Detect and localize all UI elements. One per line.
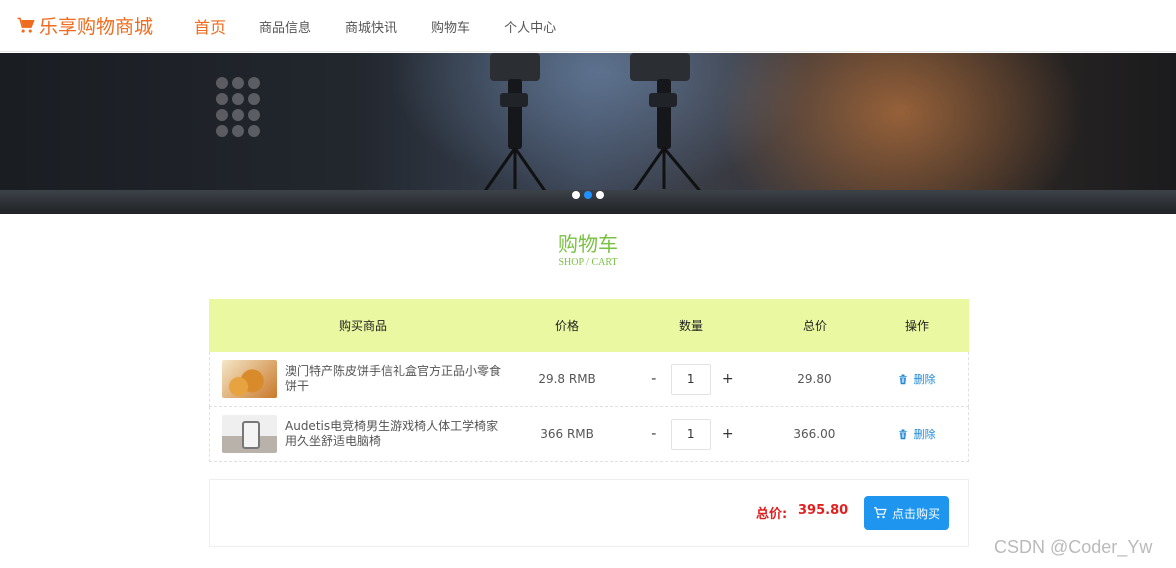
delete-label: 删除 <box>913 373 936 386</box>
unit-price: 29.8 RMB <box>538 372 596 386</box>
carousel-dot-3[interactable] <box>596 191 604 199</box>
trash-icon <box>898 429 907 440</box>
increase-button[interactable]: + <box>715 371 741 387</box>
trash-icon <box>898 374 907 385</box>
site-logo-text: 乐享购物商城 <box>39 16 154 38</box>
main-nav: 首页 商品信息 商城快讯 购物车 个人中心 <box>194 0 590 52</box>
carousel-dot-2[interactable] <box>584 191 592 199</box>
quantity-input[interactable] <box>670 363 711 395</box>
top-header: 乐享购物商城 首页 商品信息 商城快讯 购物车 个人中心 <box>0 0 1176 52</box>
delete-label: 删除 <box>913 428 936 441</box>
carousel-indicators <box>572 191 604 199</box>
cart-icon <box>17 17 35 33</box>
carousel-dot-1[interactable] <box>572 191 580 199</box>
header-total: 总价 <box>802 319 827 333</box>
unit-price: 366 RMB <box>540 427 594 441</box>
banner-light-panel <box>216 77 264 137</box>
banner-gimbal-left-image <box>483 53 547 192</box>
section-subtitle: SHOP / CART <box>558 257 618 268</box>
header-actions: 操作 <box>904 319 929 333</box>
product-name[interactable]: Audetis电竞椅男生游戏椅人体工学椅家用久坐舒适电脑椅 <box>285 419 501 449</box>
delete-button[interactable]: 删除 <box>864 371 968 387</box>
line-total: 366.00 <box>793 427 836 441</box>
nav-news[interactable]: 商城快讯 <box>345 17 397 36</box>
line-total: 29.80 <box>797 372 832 386</box>
product-thumbnail[interactable] <box>222 415 277 453</box>
product-cell: Audetis电竞椅男生游戏椅人体工学椅家用久坐舒适电脑椅 <box>210 415 517 453</box>
cart-row: Audetis电竞椅男生游戏椅人体工学椅家用久坐舒适电脑椅 366 RMB - … <box>209 407 969 462</box>
site-logo[interactable]: 乐享购物商城 <box>16 12 153 39</box>
header-product: 购买商品 <box>338 319 387 333</box>
quantity-stepper: - + <box>617 418 765 450</box>
product-cell: 澳门特产陈皮饼手信礼盒官方正品小零食饼干 <box>210 360 517 398</box>
csdn-watermark: CSDN @Coder_Yw <box>994 537 1153 557</box>
decrease-button[interactable]: - <box>641 371 667 387</box>
delete-button[interactable]: 删除 <box>864 426 968 442</box>
total-value: 395.80 <box>798 503 849 518</box>
product-name[interactable]: 澳门特产陈皮饼手信礼盒官方正品小零食饼干 <box>285 364 501 394</box>
nav-profile[interactable]: 个人中心 <box>504 17 556 36</box>
hero-banner[interactable] <box>0 53 1176 214</box>
buy-button[interactable]: 点击购买 <box>864 496 949 530</box>
cart-summary: 总价: 395.80 点击购买 <box>209 479 969 547</box>
nav-products[interactable]: 商品信息 <box>259 17 311 36</box>
quantity-input[interactable] <box>670 418 711 450</box>
buy-button-label: 点击购买 <box>891 506 940 521</box>
banner-gimbal-right-image <box>630 53 702 192</box>
quantity-stepper: - + <box>617 363 765 395</box>
header-price: 价格 <box>554 319 579 333</box>
increase-button[interactable]: + <box>715 426 741 442</box>
header-quantity: 数量 <box>678 319 703 333</box>
section-heading: 购物车 SHOP / CART <box>0 232 1176 270</box>
decrease-button[interactable]: - <box>641 426 667 442</box>
cart-icon <box>874 507 887 519</box>
total-label: 总价: <box>756 507 788 522</box>
nav-home[interactable]: 首页 <box>194 14 226 38</box>
product-thumbnail[interactable] <box>222 360 277 398</box>
cart-table: 购买商品 价格 数量 总价 操作 澳门特产陈皮饼手信礼盒官方正品小零食饼干 29… <box>209 299 969 462</box>
section-title: 购物车 <box>558 232 618 256</box>
cart-row: 澳门特产陈皮饼手信礼盒官方正品小零食饼干 29.8 RMB - + 29.80 … <box>209 352 969 407</box>
nav-cart[interactable]: 购物车 <box>431 17 470 36</box>
cart-table-header: 购买商品 价格 数量 总价 操作 <box>209 299 969 352</box>
